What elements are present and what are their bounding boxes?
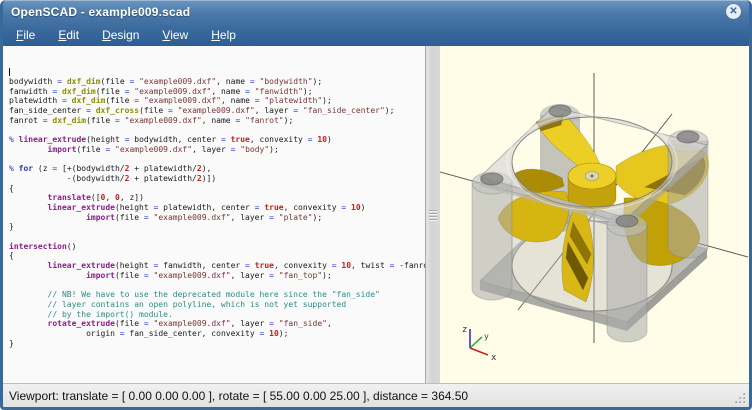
axis-x-label: x (491, 353, 497, 363)
code-line (9, 67, 425, 77)
close-icon: ✕ (729, 6, 737, 17)
code-editor[interactable]: bodywidth = dxf_dim(file = "example009.d… (3, 46, 426, 383)
status-bar: Viewport: translate = [ 0.00 0.00 0.00 ]… (3, 383, 749, 407)
fan-model (472, 104, 708, 342)
code-line: { (9, 251, 425, 261)
main-area: bodywidth = dxf_dim(file = "example009.d… (3, 46, 749, 383)
code-line: origin = fan_side_center, convexity = 10… (9, 329, 425, 339)
axis-y-label: y (484, 332, 489, 341)
code-line: -(bodywidth/2 + platewidth/2)]) (9, 174, 425, 184)
window-header: OpenSCAD - example009.scad ✕ File Edit Des… (3, 0, 749, 46)
code-line: intersection() (9, 242, 425, 252)
code-area: bodywidth = dxf_dim(file = "example009.d… (9, 67, 425, 348)
panel-splitter[interactable] (426, 46, 440, 383)
axis-z-label: z (462, 325, 467, 335)
menu-bar: File Edit Design View Help (3, 23, 749, 46)
menu-item-help[interactable]: Help (208, 26, 239, 44)
code-line: platewidth = dxf_dim(file = "example009.… (9, 96, 425, 106)
menu-item-view[interactable]: View (159, 26, 191, 44)
code-line: // by the import() module. (9, 310, 425, 320)
viewport-3d-canvas: z y x (440, 46, 749, 383)
code-line: import(file = "example009.dxf", layer = … (9, 145, 425, 155)
code-line: // layer contains an open polyline, whic… (9, 300, 425, 310)
code-line (9, 232, 425, 242)
axis-indicator: z y x (462, 325, 497, 363)
resize-grip[interactable] (734, 392, 747, 405)
code-line: linear_extrude(height = fanwidth, center… (9, 261, 425, 271)
code-line: rotate_extrude(file = "example009.dxf", … (9, 319, 425, 329)
code-line: import(file = "example009.dxf", layer = … (9, 271, 425, 281)
menu-item-file[interactable]: File (13, 26, 38, 44)
code-line: { (9, 184, 425, 194)
menu-item-design[interactable]: Design (99, 26, 142, 44)
splitter-grip-icon (429, 208, 437, 222)
text-cursor (9, 68, 10, 76)
viewport-status-text: Viewport: translate = [ 0.00 0.00 0.00 ]… (9, 389, 468, 403)
title-bar[interactable]: OpenSCAD - example009.scad ✕ (3, 0, 749, 23)
code-line: } (9, 339, 425, 349)
code-line: fanrot = dxf_dim(file = "example009.dxf"… (9, 116, 425, 126)
menu-item-edit[interactable]: Edit (55, 26, 82, 44)
close-button[interactable]: ✕ (726, 4, 741, 19)
code-line: % for (z = [+(bodywidth/2 + platewidth/2… (9, 164, 425, 174)
code-line: bodywidth = dxf_dim(file = "example009.d… (9, 77, 425, 87)
code-line: linear_extrude(height = platewidth, cent… (9, 203, 425, 213)
viewport-3d[interactable]: z y x (440, 46, 749, 383)
code-line (9, 155, 425, 165)
code-line: translate([0, 0, z]) (9, 193, 425, 203)
code-line (9, 126, 425, 136)
code-line: fan_side_center = dxf_cross(file = "exam… (9, 106, 425, 116)
openscad-window: OpenSCAD - example009.scad ✕ File Edit Des… (0, 0, 752, 410)
code-line (9, 281, 425, 291)
code-line: import(file = "example009.dxf", layer = … (9, 213, 425, 223)
code-line: % linear_extrude(height = bodywidth, cen… (9, 135, 425, 145)
code-line: // NB! We have to use the deprecated mod… (9, 290, 425, 300)
window-title: OpenSCAD - example009.scad (11, 5, 726, 19)
code-line: } (9, 222, 425, 232)
